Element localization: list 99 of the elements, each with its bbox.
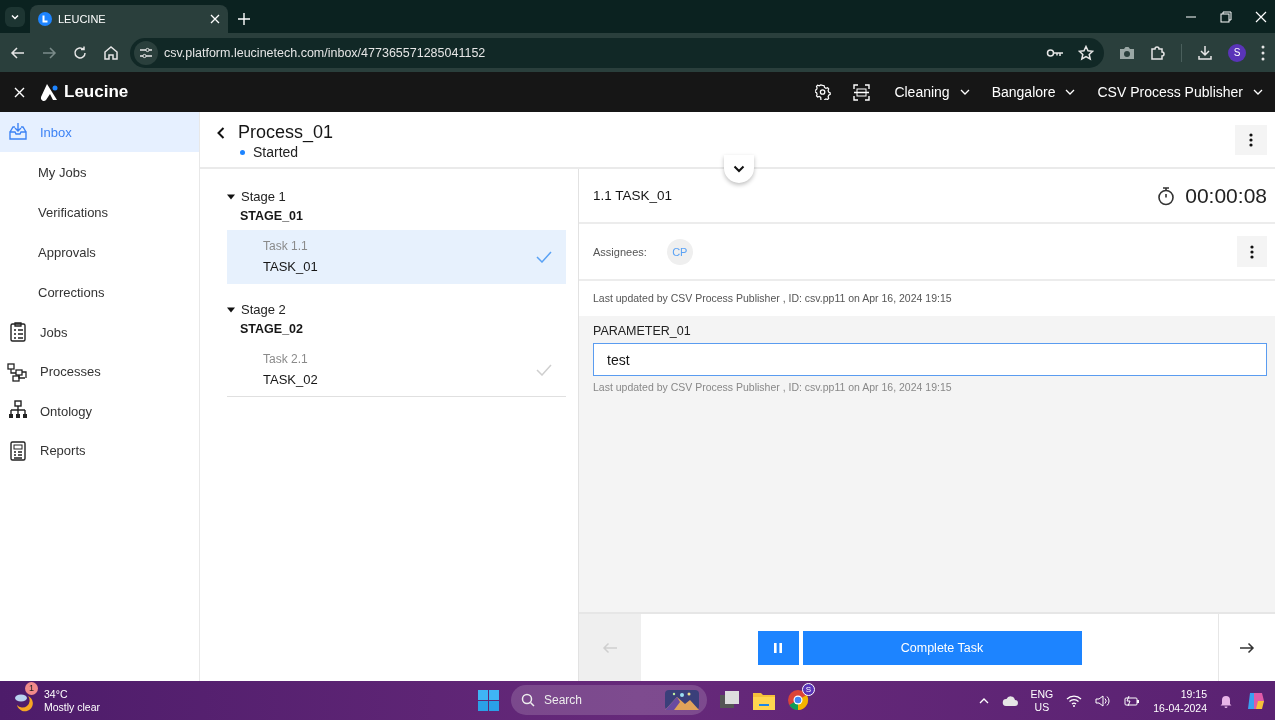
task-view-icon[interactable]	[719, 690, 741, 710]
more-options-button[interactable]	[1237, 236, 1267, 267]
star-icon[interactable]	[1078, 44, 1094, 61]
process-title: Process_01	[238, 122, 334, 142]
sidebar-item[interactable]: My Jobs	[0, 152, 199, 192]
menu-dropdown[interactable]: CSV Process Publisher	[1097, 84, 1263, 100]
camera-icon[interactable]	[1119, 45, 1135, 60]
inbox-icon	[7, 121, 29, 143]
sidebar-item[interactable]: Verifications	[0, 192, 199, 232]
task-name: TASK_02	[263, 372, 319, 387]
task-item[interactable]: Task 1.1 TASK_01	[227, 230, 566, 284]
download-icon[interactable]	[1197, 44, 1213, 61]
caret-down-icon[interactable]	[227, 305, 235, 314]
home-icon[interactable]	[103, 44, 119, 61]
back-chevron-icon[interactable]	[217, 127, 225, 139]
menu-icon[interactable]	[1261, 44, 1265, 61]
clock[interactable]: 19:15 16-04-2024	[1153, 686, 1207, 715]
complete-task-button[interactable]: Complete Task	[802, 630, 1082, 665]
last-updated-text: Last updated by CSV Process Publisher , ID: csv.pp11 on Apr 16, 2024 19:15	[593, 381, 953, 393]
forward-icon[interactable]	[41, 44, 57, 61]
notification-badge: 1	[25, 681, 38, 695]
bell-icon[interactable]	[1220, 693, 1232, 708]
pause-icon	[774, 642, 782, 653]
flowchart-icon	[7, 360, 29, 383]
close-icon[interactable]	[1255, 11, 1267, 23]
search-icon	[521, 693, 535, 707]
chevron-down-icon	[1253, 89, 1263, 95]
sidebar-item[interactable]: Processes	[0, 352, 199, 392]
url-text: csv.platform.leucinetech.com/inbox/477365571285041152	[164, 45, 487, 60]
chevron-down-icon	[959, 89, 970, 95]
search-field[interactable]: Search	[511, 685, 707, 715]
close-icon[interactable]	[14, 86, 25, 98]
status-dot	[240, 149, 245, 155]
wifi-icon[interactable]	[1066, 694, 1083, 707]
timer-text: 00:00:08	[1185, 183, 1267, 208]
timer-icon	[1157, 185, 1176, 206]
settings-icon[interactable]	[815, 84, 832, 100]
windows-start-icon[interactable]	[478, 689, 499, 711]
scan-icon[interactable]	[853, 83, 871, 101]
menu-dropdown[interactable]: Bangalore	[991, 84, 1076, 100]
status-text: Started	[253, 144, 299, 160]
browser-icon[interactable]	[787, 689, 809, 711]
temperature-text: 34°C	[44, 687, 69, 701]
weather-text: Mostly clear	[44, 700, 100, 714]
key-icon[interactable]	[1046, 46, 1064, 59]
profile-badge: S	[802, 683, 815, 696]
site-settings-icon[interactable]	[139, 45, 153, 60]
stage-name: STAGE_02	[240, 322, 304, 336]
task-label: Task 2.1	[263, 352, 309, 366]
task-title: 1.1 TASK_01	[593, 188, 674, 203]
folder-icon[interactable]	[753, 690, 775, 710]
more-vertical-icon	[1249, 133, 1253, 147]
stage-label: Stage 1	[241, 189, 286, 204]
task-label: Task 1.1	[263, 239, 309, 253]
chevron-down-icon	[10, 12, 20, 22]
clipboard-icon	[7, 321, 29, 343]
chevron-down-icon	[1065, 89, 1076, 95]
collapse-button[interactable]	[724, 155, 754, 183]
sidebar-item[interactable]: Approvals	[0, 232, 199, 272]
arrow-left-icon	[602, 641, 618, 654]
sidebar-item[interactable]: Ontology	[0, 391, 199, 431]
cloud-icon[interactable]	[1001, 695, 1018, 706]
profile-avatar[interactable]: S	[1228, 43, 1246, 62]
tab-title: LEUCINE	[58, 13, 107, 25]
calculator-icon	[7, 439, 29, 462]
more-options-button[interactable]	[1235, 125, 1267, 155]
language-indicator[interactable]: ENG US	[1030, 687, 1054, 714]
more-vertical-icon	[1250, 244, 1254, 259]
task-name: TASK_01	[263, 259, 319, 274]
favicon-icon	[38, 12, 52, 26]
address-field[interactable]: csv.platform.leucinetech.com/inbox/477365571285041152	[130, 37, 1104, 68]
menu-dropdown[interactable]: Cleaning	[894, 84, 970, 100]
sidebar-item[interactable]: Jobs	[0, 312, 199, 352]
pause-button[interactable]	[757, 630, 799, 665]
puzzle-icon[interactable]	[1150, 44, 1166, 61]
caret-down-icon[interactable]	[227, 192, 235, 201]
stage-label: Stage 2	[241, 302, 286, 317]
tab-list-button[interactable]	[5, 7, 25, 27]
assignees-label: Assignees:	[593, 245, 647, 258]
stage-name: STAGE_01	[240, 209, 304, 223]
app-logo-text: Leucine	[64, 82, 129, 102]
last-updated-text: Last updated by CSV Process Publisher , ID: csv.pp11 on Apr 16, 2024 19:15	[592, 291, 953, 306]
chevron-down-icon	[733, 165, 745, 173]
sidebar-item[interactable]: Reports	[0, 431, 199, 471]
reload-icon[interactable]	[72, 44, 88, 61]
battery-icon[interactable]	[1124, 694, 1141, 707]
restore-icon[interactable]	[1220, 11, 1232, 23]
logo-icon	[40, 82, 59, 102]
back-icon[interactable]	[10, 44, 26, 61]
chevron-up-icon[interactable]	[978, 697, 989, 704]
new-tab-icon[interactable]	[238, 13, 250, 25]
parameter-label: PARAMETER_01	[593, 324, 692, 338]
close-icon[interactable]	[210, 14, 220, 24]
sidebar-item[interactable]: Corrections	[0, 272, 199, 312]
browser-tab[interactable]: LEUCINE	[30, 5, 228, 33]
arrow-right-icon	[1239, 641, 1255, 654]
task-item[interactable]: Task 2.1 TASK_02	[227, 343, 566, 397]
parameter-input[interactable]: test	[593, 343, 1267, 376]
speaker-icon[interactable]	[1095, 694, 1112, 707]
